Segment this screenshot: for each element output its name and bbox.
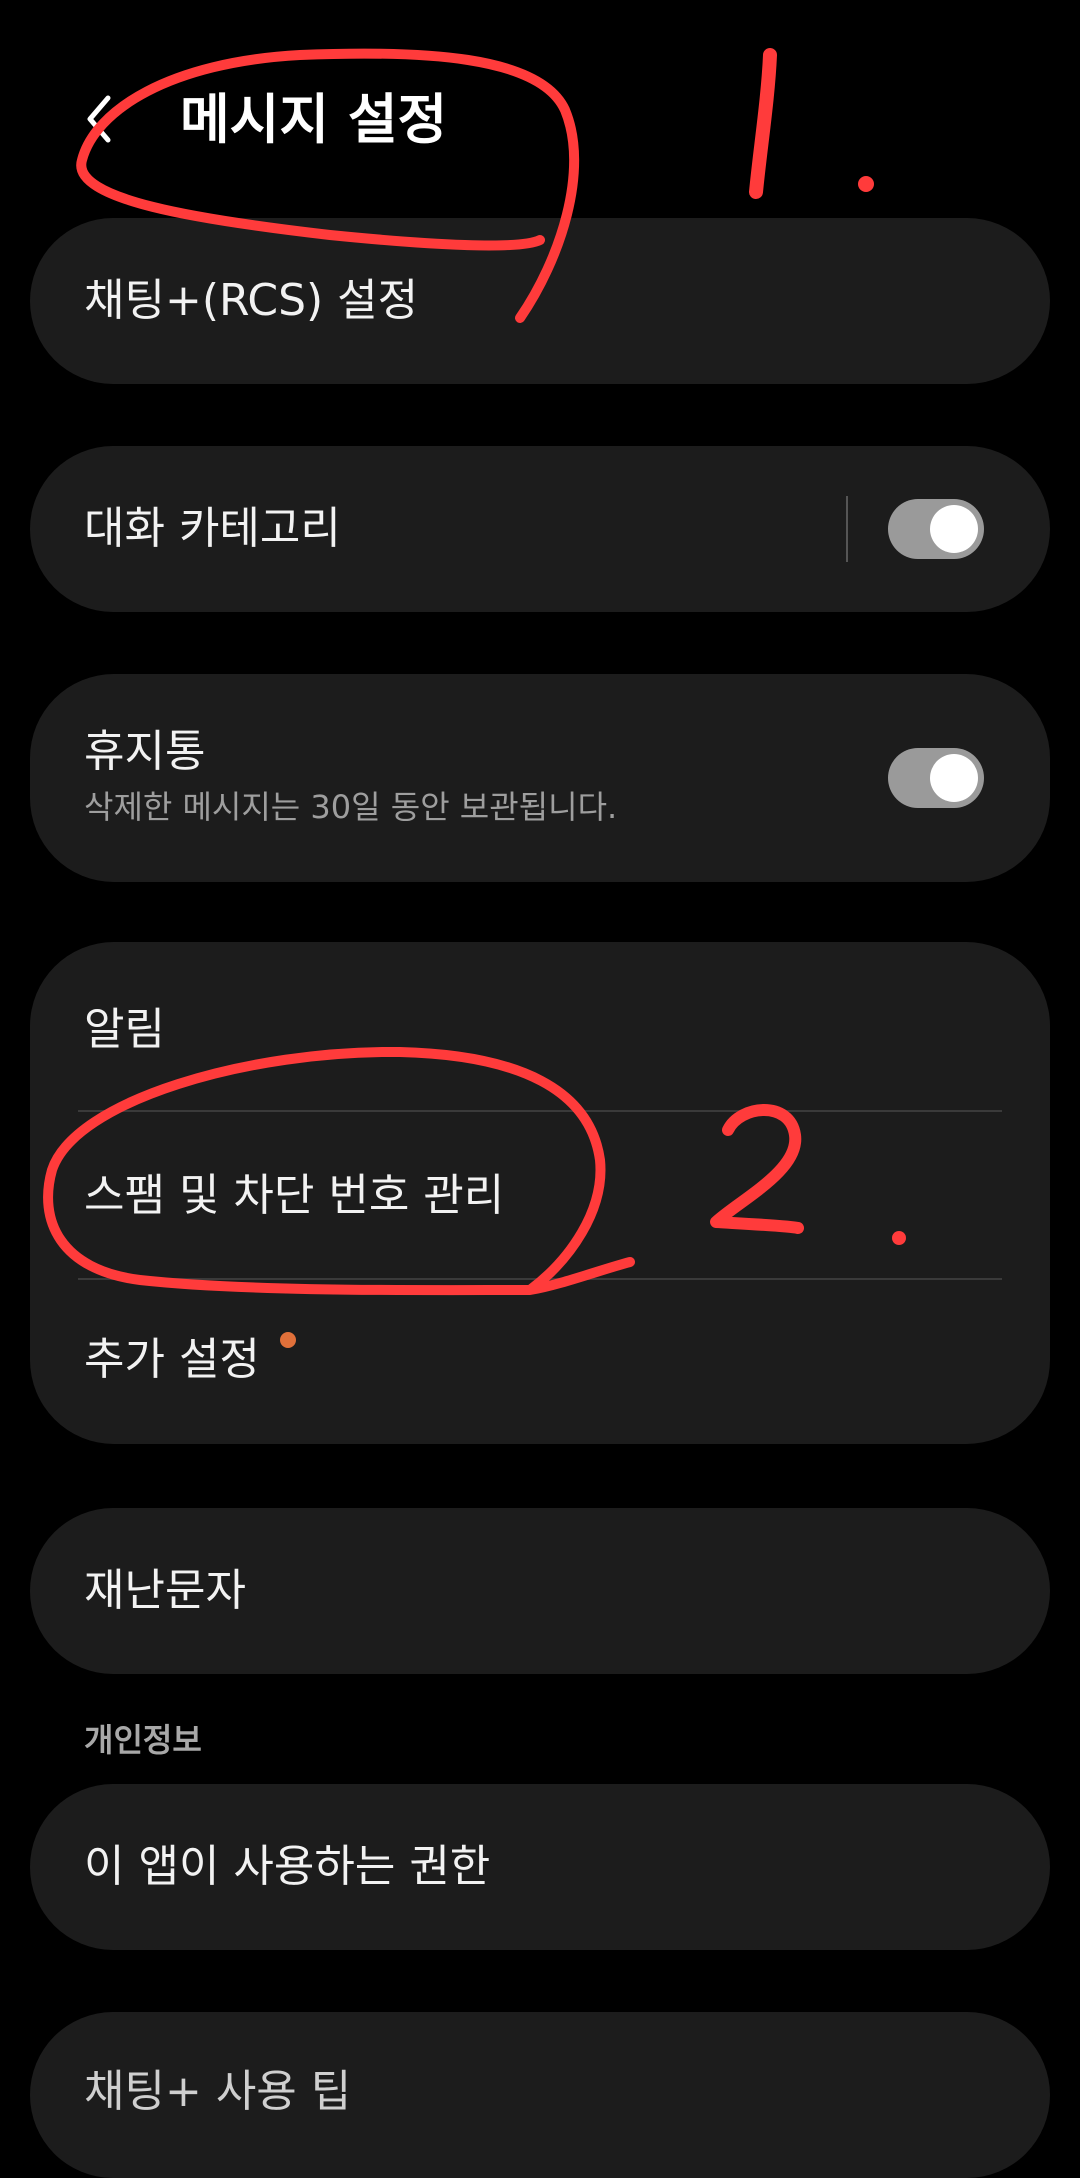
- trash-label: 휴지통: [84, 726, 206, 777]
- conversation-categories-card: 대화 카테고리: [30, 446, 1050, 612]
- page-title: 메시지 설정: [180, 88, 448, 151]
- top-app-bar: 메시지 설정: [0, 60, 1080, 180]
- app-permissions-item[interactable]: 이 앱이 사용하는 권한: [30, 1784, 1050, 1950]
- trash-card: 휴지통 삭제한 메시지는 30일 동안 보관됩니다.: [30, 674, 1050, 882]
- settings-group-card: 알림 스팸 및 차단 번호 관리 추가 설정: [30, 942, 1050, 1444]
- conversation-categories-label: 대화 카테고리: [84, 503, 341, 554]
- chat-tips-card: 채팅+ 사용 팁: [30, 2012, 1050, 2178]
- toggle-knob: [930, 754, 978, 802]
- new-badge-dot: [280, 1332, 296, 1348]
- permissions-card: 이 앱이 사용하는 권한: [30, 1784, 1050, 1950]
- toggle-knob: [930, 505, 978, 553]
- conversation-categories-toggle[interactable]: [888, 499, 984, 559]
- trash-description: 삭제한 메시지는 30일 동안 보관됩니다.: [84, 788, 618, 826]
- chat-rcs-settings-card: 채팅+(RCS) 설정: [30, 218, 1050, 384]
- conversation-categories-item[interactable]: 대화 카테고리: [30, 446, 830, 612]
- emergency-alerts-card: 재난문자: [30, 1508, 1050, 1674]
- spam-block-management-label: 스팸 및 차단 번호 관리: [84, 1170, 505, 1221]
- more-settings-item[interactable]: 추가 설정: [30, 1280, 1050, 1444]
- notifications-item[interactable]: 알림: [30, 942, 1050, 1110]
- more-settings-label: 추가 설정: [84, 1334, 260, 1385]
- chat-rcs-settings-item[interactable]: 채팅+(RCS) 설정: [30, 218, 1050, 384]
- emergency-alerts-label: 재난문자: [84, 1565, 246, 1616]
- app-permissions-label: 이 앱이 사용하는 권한: [84, 1841, 491, 1892]
- chevron-left-icon: [87, 95, 111, 143]
- emergency-alerts-item[interactable]: 재난문자: [30, 1508, 1050, 1674]
- chat-tips-label: 채팅+ 사용 팁: [84, 2066, 352, 2117]
- privacy-section-header: 개인정보: [84, 1721, 202, 1759]
- chat-tips-item[interactable]: 채팅+ 사용 팁: [30, 2012, 1050, 2117]
- notifications-label: 알림: [84, 1004, 165, 1055]
- back-button[interactable]: [72, 84, 132, 154]
- vertical-divider: [846, 496, 848, 562]
- spam-block-management-item[interactable]: 스팸 및 차단 번호 관리: [30, 1112, 1050, 1278]
- chat-rcs-settings-label: 채팅+(RCS) 설정: [84, 275, 419, 326]
- trash-toggle[interactable]: [888, 748, 984, 808]
